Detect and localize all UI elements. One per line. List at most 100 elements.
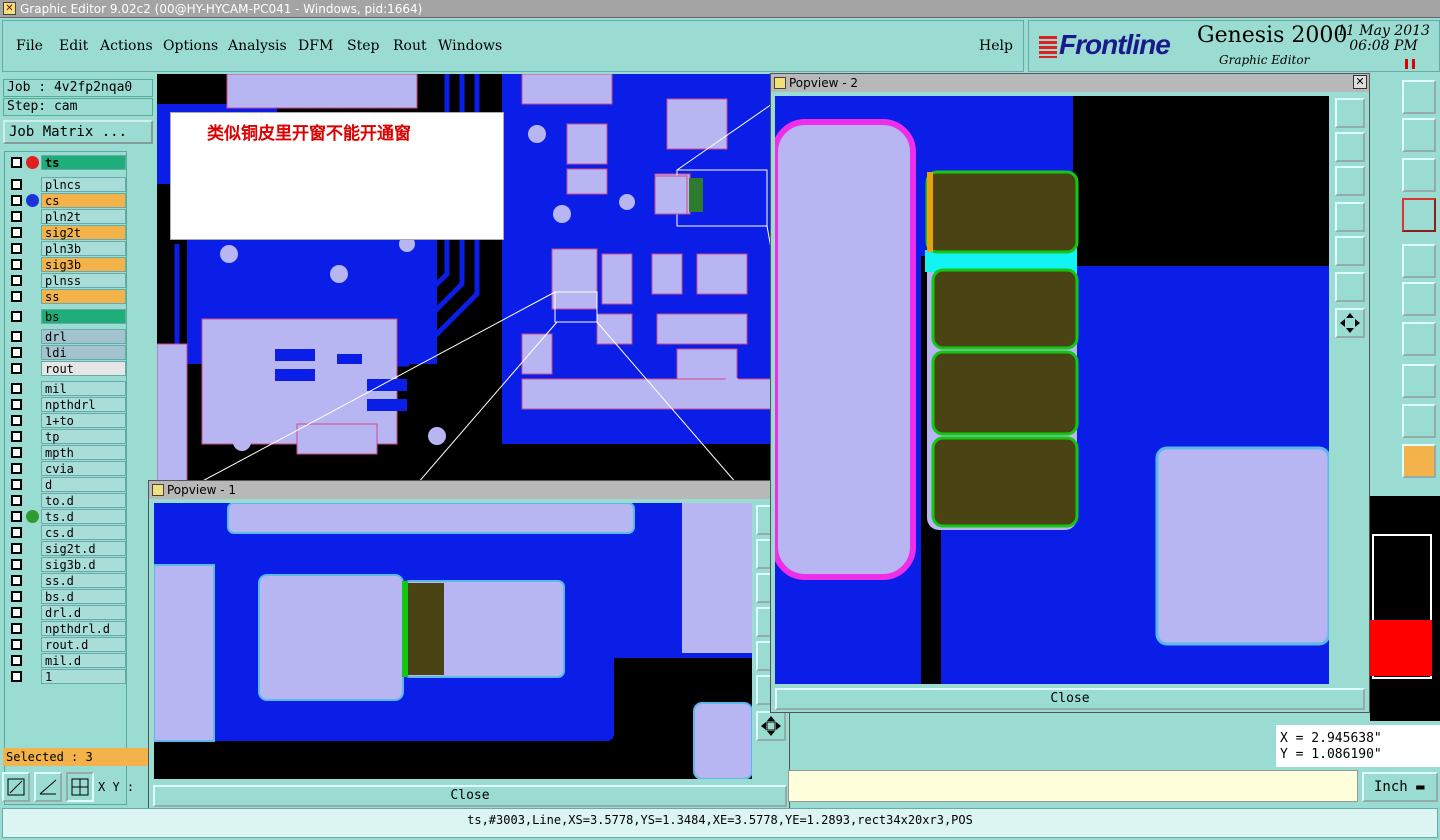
layer-row-sig2t[interactable]: sig2t [7, 225, 127, 240]
popview-2-titlebar[interactable]: Popview - 2 ✕ [771, 74, 1369, 92]
layer-checkbox[interactable] [11, 671, 22, 682]
popview-1-titlebar[interactable]: Popview - 1 [149, 481, 789, 499]
popview-2-zoom-in-icon[interactable] [1335, 98, 1365, 128]
net-tool-icon[interactable] [1402, 198, 1436, 232]
command-input[interactable] [788, 770, 1358, 802]
layer-checkbox[interactable] [11, 195, 22, 206]
route-select-icon[interactable] [1402, 444, 1436, 478]
menu-help[interactable]: Help [979, 38, 1013, 54]
layer-row-cs[interactable]: cs [7, 193, 127, 208]
layer-checkbox[interactable] [11, 399, 22, 410]
layer-row-npthdrl-d[interactable]: npthdrl.d [7, 621, 127, 636]
layer-row-sig2t-d[interactable]: sig2t.d [7, 541, 127, 556]
layer-checkbox[interactable] [11, 157, 22, 168]
layer-checkbox[interactable] [11, 639, 22, 650]
layer-row-npthdrl[interactable]: npthdrl [7, 397, 127, 412]
menu-step[interactable]: Step [347, 38, 379, 54]
layer-row-1[interactable]: 1 [7, 669, 127, 684]
layer-row-mpth[interactable]: mpth [7, 445, 127, 460]
popview-2-close-icon[interactable]: ✕ [1353, 75, 1367, 89]
layer-row-rout-d[interactable]: rout.d [7, 637, 127, 652]
layer-row-1-to[interactable]: 1+to [7, 413, 127, 428]
layer-row-pln3b[interactable]: pln3b [7, 241, 127, 256]
menu-rout[interactable]: Rout [393, 38, 427, 54]
layer-checkbox[interactable] [11, 463, 22, 474]
layer-row-plnss[interactable]: plnss [7, 273, 127, 288]
units-selector[interactable]: Inch ▬ [1362, 772, 1438, 802]
layer-checkbox[interactable] [11, 347, 22, 358]
layer-row-mil-d[interactable]: mil.d [7, 653, 127, 668]
layer-checkbox[interactable] [11, 179, 22, 190]
layer-checkbox[interactable] [11, 543, 22, 554]
popview-1-canvas[interactable] [154, 503, 752, 779]
layer-checkbox[interactable] [11, 331, 22, 342]
layer-row-bs[interactable]: bs [7, 309, 127, 324]
layer-row-plncs[interactable]: plncs [7, 177, 127, 192]
window-layout-icon[interactable] [1402, 80, 1436, 114]
layer-checkbox[interactable] [11, 363, 22, 374]
menu-dfm[interactable]: DFM [298, 38, 333, 54]
layer-checkbox[interactable] [11, 415, 22, 426]
menu-actions[interactable]: Actions [100, 38, 153, 54]
menu-file[interactable]: File [16, 38, 43, 54]
layer-row-d[interactable]: d [7, 477, 127, 492]
pad-tool-icon[interactable] [1402, 244, 1436, 278]
layer-checkbox[interactable] [11, 559, 22, 570]
menu-edit[interactable]: Edit [59, 38, 88, 54]
layer-row-tp[interactable]: tp [7, 429, 127, 444]
layer-row-drl[interactable]: drl [7, 329, 127, 344]
layer-row-pln2t[interactable]: pln2t [7, 209, 127, 224]
popview-2-fit-icon[interactable] [1335, 202, 1365, 232]
layer-checkbox[interactable] [11, 243, 22, 254]
layer-checkbox[interactable] [11, 275, 22, 286]
layer-checkbox[interactable] [11, 527, 22, 538]
grid-tool-icon[interactable] [66, 772, 94, 802]
layer-checkbox[interactable] [11, 259, 22, 270]
layer-checkbox[interactable] [11, 511, 22, 522]
popview-2-pan-icon[interactable] [1335, 166, 1365, 196]
help-query-icon[interactable] [1402, 158, 1436, 192]
layer-row-ldi[interactable]: ldi [7, 345, 127, 360]
menu-windows[interactable]: Windows [438, 38, 502, 54]
layer-row-rout[interactable]: rout [7, 361, 127, 376]
layer-checkbox[interactable] [11, 291, 22, 302]
popview-1-move-icon[interactable] [756, 711, 786, 741]
snap-icon[interactable] [1402, 118, 1436, 152]
layer-row-ss[interactable]: ss [7, 289, 127, 304]
layer-row-to-d[interactable]: to.d [7, 493, 127, 508]
zoom-tool-icon[interactable] [2, 772, 30, 802]
layer-row-ts-d[interactable]: ts.d [7, 509, 127, 524]
flip-tool-icon[interactable] [1402, 322, 1436, 356]
job-matrix-button[interactable]: Job Matrix ... [3, 120, 153, 144]
layer-row-mil[interactable]: mil [7, 381, 127, 396]
layer-checkbox[interactable] [11, 311, 22, 322]
popview-2-canvas[interactable] [775, 96, 1329, 684]
layer-checkbox[interactable] [11, 383, 22, 394]
layer-row-cvia[interactable]: cvia [7, 461, 127, 476]
layer-checkbox[interactable] [11, 211, 22, 222]
connect-tool-icon[interactable] [1402, 282, 1436, 316]
layer-row-sig3b[interactable]: sig3b [7, 257, 127, 272]
layer-checkbox[interactable] [11, 431, 22, 442]
layer-row-drl-d[interactable]: drl.d [7, 605, 127, 620]
layer-checkbox[interactable] [11, 607, 22, 618]
group-tool-icon[interactable] [1402, 364, 1436, 398]
layer-checkbox[interactable] [11, 479, 22, 490]
layer-row-cs-d[interactable]: cs.d [7, 525, 127, 540]
layer-checkbox[interactable] [11, 655, 22, 666]
layer-checkbox[interactable] [11, 447, 22, 458]
menu-options[interactable]: Options [163, 38, 218, 54]
popview-2-close-button[interactable]: Close [775, 688, 1365, 710]
layer-row-sig3b-d[interactable]: sig3b.d [7, 557, 127, 572]
window-title-bar[interactable]: ✕ Graphic Editor 9.02c2 (00@HY-HYCAM-PC0… [0, 0, 1440, 18]
popview-2-move-icon[interactable] [1335, 308, 1365, 338]
popview-1-close-button[interactable]: Close [153, 785, 787, 807]
layer-checkbox[interactable] [11, 623, 22, 634]
layer-checkbox[interactable] [11, 227, 22, 238]
menu-analysis[interactable]: Analysis [228, 38, 287, 54]
layer-checkbox[interactable] [11, 591, 22, 602]
popview-2-home-icon[interactable] [1335, 236, 1365, 266]
layer-row-ss-d[interactable]: ss.d [7, 573, 127, 588]
popview-2-zoom-out-icon[interactable] [1335, 132, 1365, 162]
layer-row-ts[interactable]: ts [7, 155, 127, 170]
